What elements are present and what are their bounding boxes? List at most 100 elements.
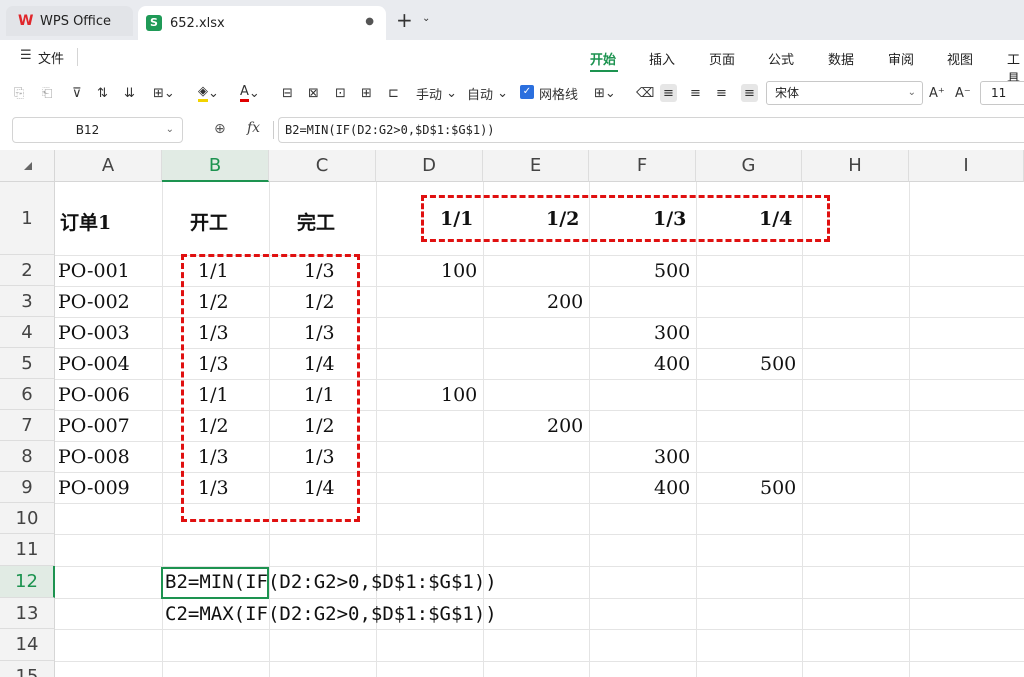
spreadsheet-icon: S (146, 15, 162, 31)
cell-b1[interactable]: 开工 (190, 208, 228, 235)
merge-icon[interactable]: ⊠ (308, 84, 319, 102)
cell-d2[interactable]: 100 (441, 260, 477, 282)
ribbon-tab-formula[interactable]: 公式 (768, 49, 794, 68)
column-header-f[interactable]: F (589, 150, 696, 182)
row-header-12[interactable]: 12 (0, 566, 55, 598)
row-header-13[interactable]: 13 (0, 598, 55, 629)
chevron-down-icon[interactable]: ⌄ (166, 118, 174, 142)
column-header-h[interactable]: H (802, 150, 909, 182)
cell-f2[interactable]: 500 (654, 260, 690, 282)
align-justify-icon[interactable]: ≡ (741, 84, 758, 102)
row-header-9[interactable]: 9 (0, 472, 55, 503)
cell-a2[interactable]: PO-001 (58, 260, 130, 282)
chevron-down-icon: ⌄ (907, 87, 916, 98)
zoom-icon[interactable]: ⊕ (214, 121, 226, 137)
table-icon[interactable]: ⊞ (361, 84, 372, 102)
ribbon-tab-page[interactable]: 页面 (709, 49, 735, 68)
font-name-select[interactable]: 宋体 ⌄ (766, 81, 923, 105)
calc-auto-button[interactable]: 自动 ⌄ (467, 84, 508, 103)
gridline (162, 182, 163, 677)
row-header-5[interactable]: 5 (0, 348, 55, 379)
ribbon-tab-insert[interactable]: 插入 (649, 49, 675, 68)
add-tab-icon[interactable]: + (396, 8, 413, 32)
cell-f8[interactable]: 300 (654, 446, 690, 468)
cell-a6[interactable]: PO-006 (58, 384, 130, 406)
row-header-6[interactable]: 6 (0, 379, 55, 410)
sort-icon[interactable]: ⇅ (97, 84, 108, 102)
tab-file[interactable]: S 652.xlsx ● (138, 6, 386, 40)
paste-values-icon[interactable]: ⎘ (14, 84, 24, 102)
select-all-corner[interactable] (0, 150, 55, 182)
chevron-down-icon[interactable]: ⌄ (422, 13, 430, 24)
row-header-1[interactable]: 1 (0, 182, 55, 255)
font-color-icon[interactable]: A ⌄ (240, 84, 260, 102)
row-header-7[interactable]: 7 (0, 410, 55, 441)
row-header-3[interactable]: 3 (0, 286, 55, 317)
borders-icon[interactable]: ⊞⌄ (153, 84, 175, 102)
row-header-14[interactable]: 14 (0, 629, 55, 661)
cell-e3[interactable]: 200 (547, 291, 583, 313)
wrap-text-icon[interactable]: ⊟ (282, 84, 293, 102)
cell-d6[interactable]: 100 (441, 384, 477, 406)
name-box[interactable]: B12 ⌄ (12, 117, 183, 143)
row-header-10[interactable]: 10 (0, 503, 55, 534)
font-decrease-icon[interactable]: A⁻ (955, 84, 971, 102)
row-header-15[interactable]: 15 (0, 661, 55, 677)
unsaved-dot-icon[interactable]: ● (365, 16, 374, 27)
row-header-11[interactable]: 11 (0, 534, 55, 566)
column-header-g[interactable]: G (696, 150, 802, 182)
row-header-8[interactable]: 8 (0, 441, 55, 472)
column-header-b[interactable]: B (162, 150, 269, 182)
divider (273, 121, 274, 139)
font-size-input[interactable]: 11 (980, 81, 1024, 105)
gridlines-checkbox[interactable]: ✓ (520, 85, 534, 99)
filter-icon[interactable]: ⊽ (72, 84, 82, 102)
row-header-4[interactable]: 4 (0, 317, 55, 348)
align-left-icon[interactable]: ≡ (660, 84, 677, 102)
column-header-d[interactable]: D (376, 150, 483, 182)
ribbon-tab-data[interactable]: 数据 (828, 49, 854, 68)
column-header-e[interactable]: E (483, 150, 589, 182)
cell-e7[interactable]: 200 (547, 415, 583, 437)
selected-cell-b12[interactable] (161, 567, 269, 599)
function-icon[interactable]: fx (247, 120, 260, 136)
gridline (55, 534, 1024, 535)
cell-a4[interactable]: PO-003 (58, 322, 130, 344)
cell-a3[interactable]: PO-002 (58, 291, 130, 313)
gridlines-label: 网格线 (539, 87, 579, 103)
ribbon-tab-review[interactable]: 审阅 (888, 49, 914, 68)
sort-desc-icon[interactable]: ⇊ (124, 84, 135, 102)
align-center-icon[interactable]: ≡ (690, 84, 701, 102)
ribbon-tab-home[interactable]: 开始 (590, 49, 616, 68)
cell-b13[interactable]: C2=MAX(IF(D2:G2>0,$D$1:$G$1)) (165, 603, 497, 625)
cell-a8[interactable]: PO-008 (58, 446, 130, 468)
font-increase-icon[interactable]: A⁺ (929, 84, 945, 102)
menu-icon[interactable]: ☰ (20, 48, 32, 63)
freeze-icon[interactable]: ⊏ (388, 84, 399, 102)
fill-color-icon[interactable]: ◈ ⌄ (198, 84, 219, 102)
cell-f5[interactable]: 400 (654, 353, 690, 375)
clear-format-icon[interactable]: ⌫ (636, 84, 654, 102)
column-header-c[interactable]: C (269, 150, 376, 182)
align-right-icon[interactable]: ≡ (716, 84, 727, 102)
row-header-2[interactable]: 2 (0, 255, 55, 286)
column-header-i[interactable]: I (909, 150, 1024, 182)
cell-a9[interactable]: PO-009 (58, 477, 130, 499)
cell-a5[interactable]: PO-004 (58, 353, 130, 375)
cell-a1[interactable]: 订单1 (60, 208, 111, 235)
cell-f9[interactable]: 400 (654, 477, 690, 499)
menu-file[interactable]: 文件 (38, 48, 64, 67)
cell-style-icon[interactable]: ⊞⌄ (594, 84, 616, 102)
cell-a7[interactable]: PO-007 (58, 415, 130, 437)
formula-input[interactable]: B2=MIN(IF(D2:G2>0,$D$1:$G$1)) (278, 117, 1024, 143)
cell-g5[interactable]: 500 (760, 353, 796, 375)
cell-c1[interactable]: 完工 (297, 208, 335, 235)
cell-g9[interactable]: 500 (760, 477, 796, 499)
paste-format-icon[interactable]: ⎗ (42, 84, 52, 102)
insert-icon[interactable]: ⊡ (335, 84, 346, 102)
column-header-a[interactable]: A (55, 150, 162, 182)
cell-f4[interactable]: 300 (654, 322, 690, 344)
calc-manual-button[interactable]: 手动 ⌄ (416, 84, 457, 103)
tab-wps-office[interactable]: W WPS Office (6, 6, 133, 36)
ribbon-tab-view[interactable]: 视图 (947, 49, 973, 68)
